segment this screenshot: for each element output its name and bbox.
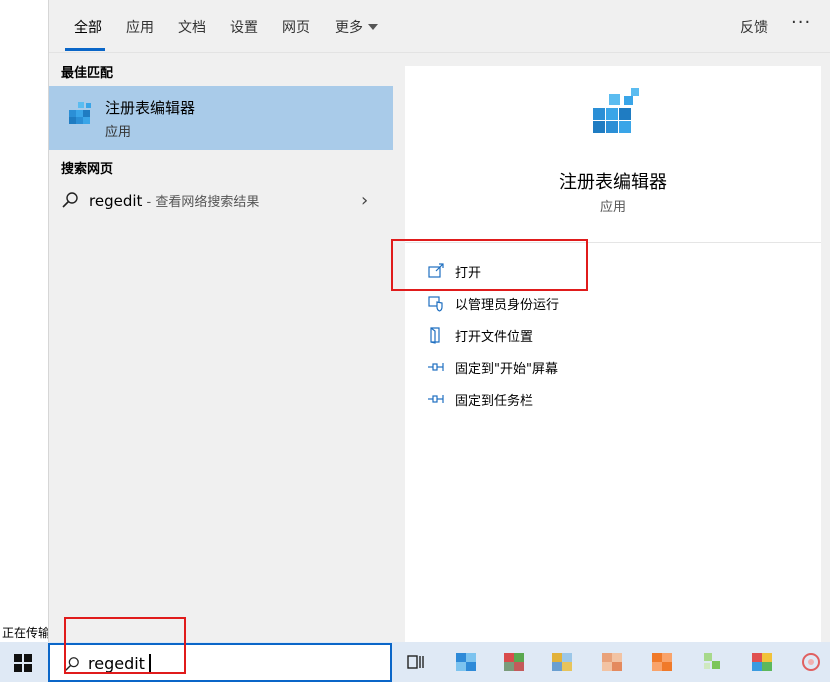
action-run-as-admin-label: 以管理员身份运行 — [455, 297, 560, 313]
annotation-highlight-search — [64, 617, 186, 674]
background-window — [0, 0, 48, 642]
action-run-as-admin[interactable]: 以管理员身份运行 — [427, 292, 559, 314]
taskbar-app-icon[interactable] — [550, 650, 576, 674]
shield-icon — [428, 296, 443, 312]
taskbar-app-icon[interactable] — [798, 650, 824, 674]
taskbar-app-icon[interactable] — [750, 650, 776, 674]
taskbar-app-icon[interactable] — [454, 650, 480, 674]
windows-start-button[interactable] — [14, 654, 32, 672]
detail-app-name: 注册表编辑器 — [559, 172, 667, 193]
taskbar-app-icon[interactable] — [700, 650, 726, 674]
search-panel: 全部 应用 文档 设置 网页 更多 反馈 ··· 最佳匹配 注册表编辑器 应用 … — [48, 0, 830, 642]
annotation-highlight-open — [391, 239, 588, 291]
search-web-heading: 搜索网页 — [61, 162, 114, 177]
pin-icon — [428, 395, 444, 403]
taskbar-app-icon[interactable] — [600, 650, 626, 674]
action-open-file-location[interactable]: 打开文件位置 — [427, 324, 533, 346]
more-options-button[interactable]: ··· — [791, 12, 811, 33]
search-tabs-bar: 全部 应用 文档 设置 网页 更多 反馈 ··· — [49, 0, 830, 53]
chevron-down-icon — [368, 24, 378, 30]
tab-apps[interactable]: 应用 — [126, 17, 154, 37]
feedback-button[interactable]: 反馈 — [740, 17, 768, 37]
best-match-result[interactable]: 注册表编辑器 应用 — [49, 86, 393, 150]
background-status-text: 正在传输 — [2, 626, 51, 640]
pin-icon — [428, 363, 444, 371]
tab-more[interactable]: 更多 — [335, 17, 378, 37]
detail-app-type: 应用 — [599, 200, 626, 215]
results-list: 最佳匹配 注册表编辑器 应用 搜索网页 regedit - 查看网络搜索结果 › — [49, 54, 393, 642]
tab-settings[interactable]: 设置 — [230, 17, 258, 37]
registry-editor-icon — [593, 88, 639, 133]
action-pin-to-taskbar[interactable]: 固定到任务栏 — [427, 388, 533, 410]
task-view-icon[interactable] — [406, 652, 426, 672]
tab-all[interactable]: 全部 — [74, 17, 102, 37]
taskbar-app-icon[interactable] — [502, 650, 528, 674]
action-pin-to-start[interactable]: 固定到"开始"屏幕 — [427, 356, 558, 378]
web-search-result[interactable]: regedit - 查看网络搜索结果 › — [49, 182, 393, 220]
best-match-type: 应用 — [105, 125, 132, 140]
file-location-icon — [430, 327, 440, 344]
tab-more-label: 更多 — [335, 20, 363, 36]
action-pin-to-start-label: 固定到"开始"屏幕 — [455, 361, 558, 377]
taskbar-app-icon[interactable] — [650, 650, 676, 674]
tab-documents[interactable]: 文档 — [178, 17, 206, 37]
action-pin-to-taskbar-label: 固定到任务栏 — [455, 393, 534, 409]
registry-editor-icon — [69, 102, 91, 124]
detail-pane: 注册表编辑器 应用 打开 以管理员身份运行 打开文件位置 固定到"开始"屏幕 固… — [405, 66, 821, 642]
action-open-file-location-label: 打开文件位置 — [455, 329, 534, 345]
web-result-text: regedit - 查看网络搜索结果 — [89, 191, 259, 210]
web-result-query: regedit — [89, 192, 143, 210]
best-match-heading: 最佳匹配 — [61, 66, 114, 81]
search-icon — [62, 192, 78, 208]
web-result-suffix: - 查看网络搜索结果 — [142, 195, 260, 210]
best-match-name: 注册表编辑器 — [105, 99, 196, 117]
tab-web[interactable]: 网页 — [282, 17, 310, 37]
chevron-right-icon[interactable]: › — [361, 190, 368, 211]
active-tab-indicator — [65, 48, 105, 51]
